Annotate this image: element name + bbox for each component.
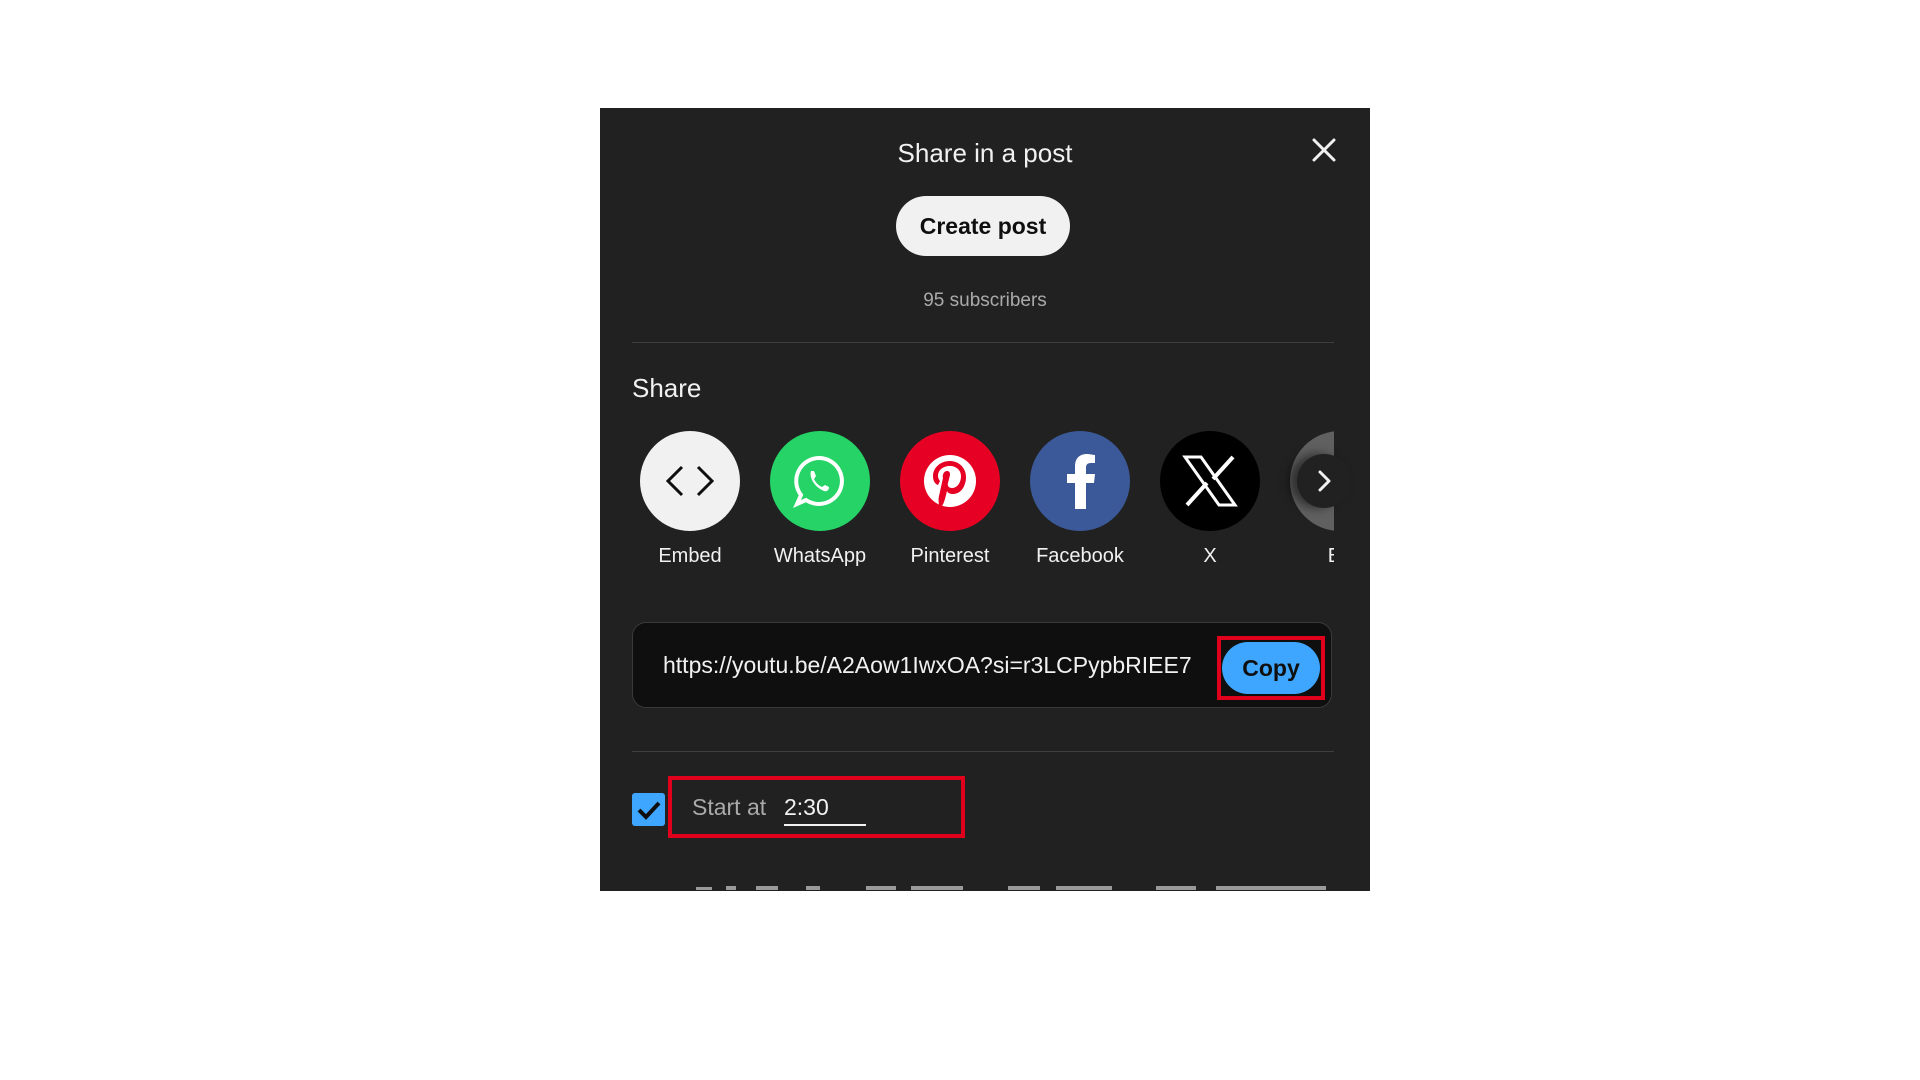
- x-circle: [1160, 431, 1260, 531]
- share-url[interactable]: https://youtu.be/A2Aow1IwxOA?si=r3LCPypb…: [663, 623, 1203, 707]
- next-circle: [1297, 454, 1351, 508]
- share-label-facebook: Facebook: [1036, 545, 1124, 567]
- facebook-icon: [1067, 454, 1095, 509]
- facebook-circle: [1030, 431, 1130, 531]
- share-next-button[interactable]: [1290, 431, 1358, 531]
- create-post-button[interactable]: Create post: [896, 196, 1070, 256]
- share-label-email: En: [1328, 545, 1334, 568]
- embed-circle: [640, 431, 740, 531]
- share-option-facebook[interactable]: Facebook: [1015, 431, 1145, 568]
- embed-icon: [665, 465, 715, 497]
- share-label-x: X: [1203, 545, 1217, 567]
- share-dialog: Share in a post Create post 95 subscribe…: [600, 108, 1370, 891]
- subscriber-count: 95 subscribers: [923, 290, 1047, 311]
- share-option-whatsapp[interactable]: WhatsApp: [755, 431, 885, 568]
- whatsapp-icon: [793, 455, 844, 508]
- divider-top: [632, 342, 1334, 343]
- share-option-embed[interactable]: Embed: [632, 431, 755, 568]
- start-highlight-box: [668, 776, 965, 838]
- share-option-x[interactable]: X: [1145, 431, 1275, 568]
- copy-highlight-box: [1217, 636, 1325, 700]
- pinterest-icon: [924, 455, 976, 507]
- share-label-whatsapp: WhatsApp: [773, 545, 867, 567]
- dialog-title: Share in a post: [897, 138, 1073, 168]
- share-label-pinterest: Pinterest: [910, 545, 990, 567]
- partial-embed-text: [696, 878, 1336, 890]
- clipped-text-remnant: [696, 886, 1326, 890]
- divider-bottom: [632, 751, 1334, 752]
- pinterest-circle: [900, 431, 1000, 531]
- share-heading: Share: [632, 373, 702, 403]
- whatsapp-circle: [770, 431, 870, 531]
- share-label-embed: Embed: [658, 545, 722, 567]
- close-icon: [1312, 138, 1336, 162]
- start-at-checkbox[interactable]: [632, 793, 665, 826]
- share-option-pinterest[interactable]: Pinterest: [885, 431, 1015, 568]
- checkmark-icon: [637, 801, 660, 820]
- close-button[interactable]: [1304, 130, 1344, 170]
- chevron-right-icon: [1318, 470, 1331, 492]
- share-options-row: Embed WhatsApp Pinterest Facebook X: [632, 431, 1334, 581]
- x-icon: [1182, 455, 1238, 507]
